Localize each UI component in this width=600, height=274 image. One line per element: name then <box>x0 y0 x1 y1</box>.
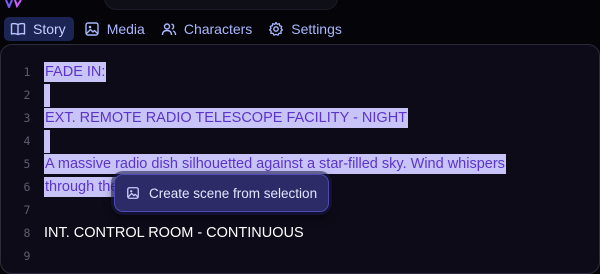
script-line[interactable]: FADE IN: <box>44 61 107 84</box>
tab-story-label: Story <box>33 21 66 37</box>
selected-text: FADE IN: <box>44 62 107 82</box>
tab-settings[interactable]: Settings <box>262 17 348 41</box>
script-line[interactable] <box>44 130 50 153</box>
line-number: 4 <box>23 134 31 148</box>
script-editor[interactable]: 1 2 3 4 5 6 7 8 9 FADE IN: EXT. REMOTE R… <box>0 44 600 274</box>
line-number: 9 <box>23 249 31 263</box>
image-icon <box>126 186 140 200</box>
tab-media-label: Media <box>106 21 145 37</box>
script-line[interactable]: A massive radio dish silhouetted against… <box>44 153 506 176</box>
gear-icon <box>268 21 284 37</box>
tab-settings-label: Settings <box>291 21 342 37</box>
search-bar[interactable] <box>104 0 338 10</box>
line-number: 6 <box>23 180 31 194</box>
script-line[interactable] <box>44 84 50 107</box>
line-number: 8 <box>23 226 31 240</box>
script-line[interactable]: INT. CONTROL ROOM - CONTINUOUS <box>44 222 304 245</box>
line-number: 7 <box>23 203 31 217</box>
tab-bar: Story Media Characters Settings <box>0 16 352 42</box>
line-number: 5 <box>23 157 31 171</box>
tab-story[interactable]: Story <box>4 17 74 41</box>
app-logo <box>5 0 22 8</box>
script-text: INT. CONTROL ROOM - CONTINUOUS <box>44 225 304 241</box>
tab-characters[interactable]: Characters <box>155 17 258 41</box>
image-icon <box>84 21 100 37</box>
selected-text: A massive radio dish silhouetted against… <box>44 154 506 174</box>
line-number: 3 <box>23 111 31 125</box>
create-scene-button[interactable]: Create scene from selection <box>114 174 330 212</box>
script-line[interactable]: EXT. REMOTE RADIO TELESCOPE FACILITY - N… <box>44 107 409 130</box>
book-open-icon <box>10 21 26 37</box>
top-strip <box>0 0 600 12</box>
users-icon <box>161 21 177 37</box>
selected-empty-line <box>44 84 50 107</box>
line-number: 1 <box>23 65 31 79</box>
selected-text: through the <box>44 177 120 197</box>
tab-characters-label: Characters <box>183 21 253 37</box>
tab-media[interactable]: Media <box>78 17 151 41</box>
create-scene-label: Create scene from selection <box>149 185 318 201</box>
selected-empty-line <box>44 130 50 153</box>
script-line[interactable]: through the <box>44 176 120 199</box>
selected-text: EXT. REMOTE RADIO TELESCOPE FACILITY - N… <box>44 108 409 128</box>
line-number: 2 <box>23 88 31 102</box>
